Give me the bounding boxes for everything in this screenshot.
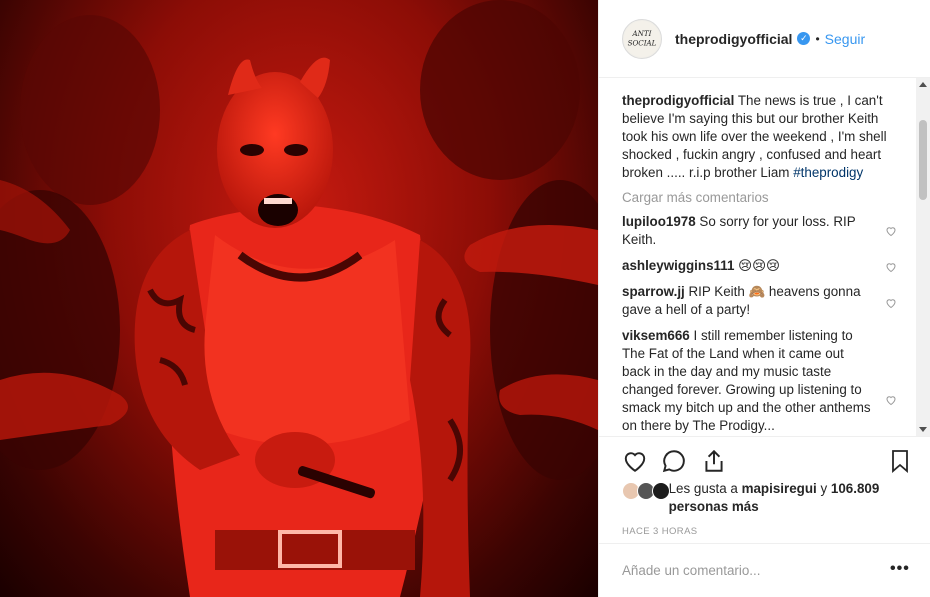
post-actions [599,436,930,484]
like-comment-heart-icon[interactable] [885,296,897,314]
likes-text: Les gusta a mapisiregui y 106.809 person… [668,481,880,514]
share-upload-icon[interactable] [701,448,727,479]
liker-username[interactable]: mapisiregui [742,481,817,496]
more-options-icon[interactable]: ••• [890,561,910,577]
verified-badge-icon: ✓ [797,32,811,45]
like-comment-heart-icon[interactable] [885,260,897,278]
load-more-comments-button[interactable]: Cargar más comentarios [622,190,901,205]
caption-username[interactable]: theprodigyofficial [622,93,734,108]
like-comment-heart-icon[interactable] [885,393,897,411]
owner-username[interactable]: theprodigyofficial [675,31,792,47]
likers-avatars[interactable] [622,480,670,502]
comment-bubble-icon[interactable] [661,448,687,479]
comment-item: ashleywiggins111 😢😢😢 [622,257,901,275]
comment-username[interactable]: ashleywiggins111 [622,258,734,273]
comments-list[interactable]: theprodigyofficial The news is true , I … [599,78,917,436]
add-comment-bar: ••• [599,543,930,597]
follow-button[interactable]: Seguir [825,31,865,47]
like-comment-heart-icon[interactable] [885,224,897,242]
post-panel: ANTI SOCIAL theprodigyofficial ✓ • Segui… [598,0,930,597]
scroll-down-arrow-icon[interactable] [919,427,927,432]
comment-username[interactable]: lupiloo1978 [622,214,696,229]
post-timestamp[interactable]: HACE 3 HORAS [622,526,698,537]
comment-item: lupiloo1978 So sorry for your loss. RIP … [622,213,901,249]
comment-text: 😢😢😢 [738,258,781,273]
owner-avatar[interactable]: ANTI SOCIAL [622,18,662,59]
header-separator: • [815,31,820,46]
scroll-up-arrow-icon[interactable] [919,82,927,87]
save-bookmark-icon[interactable] [888,448,912,479]
likes-summary: Les gusta a mapisiregui y 106.809 person… [622,480,922,516]
comment-item: viksem666 I still remember listening to … [622,327,901,435]
liker-avatar [652,482,670,500]
post-header: ANTI SOCIAL theprodigyofficial ✓ • Segui… [599,0,930,78]
post-photo[interactable] [0,0,598,597]
svg-text:ANTI: ANTI [632,29,652,38]
comment-username[interactable]: sparrow.jj [622,284,685,299]
caption-hashtag[interactable]: #theprodigy [793,165,863,180]
comment-text: I still remember listening to The Fat of… [622,328,871,433]
comments-scrollbar[interactable] [916,78,930,436]
like-heart-icon[interactable] [622,448,648,479]
post-photo-illustration [0,0,598,597]
comment-username[interactable]: viksem666 [622,328,690,343]
svg-text:SOCIAL: SOCIAL [628,38,657,47]
anti-social-logo-icon: ANTI SOCIAL [623,20,661,57]
scroll-thumb[interactable] [919,120,927,200]
add-comment-input[interactable] [622,563,872,578]
comment-item: sparrow.jj RIP Keith 🙈 heavens gonna gav… [622,283,901,319]
post-caption: theprodigyofficial The news is true , I … [622,92,901,182]
